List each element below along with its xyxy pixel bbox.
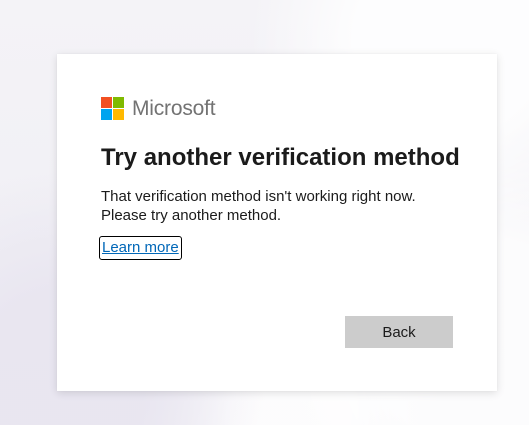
learn-more-link[interactable]: Learn more <box>99 236 182 260</box>
brand-name: Microsoft <box>132 97 216 120</box>
logo-blue-square <box>101 109 112 120</box>
message-line-1: That verification method isn't working r… <box>101 188 416 205</box>
microsoft-logo-icon <box>101 97 124 120</box>
message-line-2: Please try another method. <box>101 207 282 224</box>
logo-yellow-square <box>113 109 124 120</box>
page-title: Try another verification method <box>101 144 460 171</box>
microsoft-brand: Microsoft <box>101 97 216 120</box>
verification-card: Microsoft Try another verification metho… <box>57 54 497 391</box>
back-button[interactable]: Back <box>345 316 453 348</box>
logo-red-square <box>101 97 112 108</box>
dialog-message: That verification method isn't working r… <box>101 187 441 225</box>
logo-green-square <box>113 97 124 108</box>
